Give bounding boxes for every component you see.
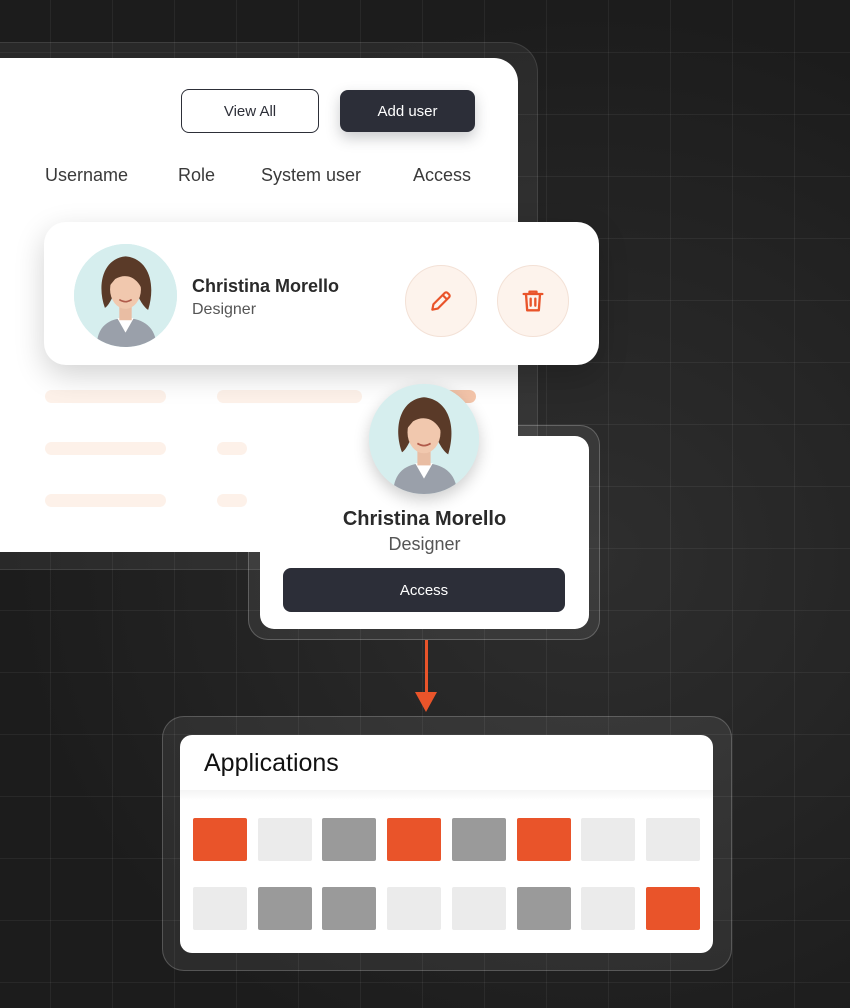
user-photo-icon xyxy=(74,244,177,347)
trash-icon xyxy=(522,290,544,312)
pencil-icon xyxy=(431,291,451,311)
application-tile[interactable] xyxy=(646,818,700,861)
application-tile[interactable] xyxy=(581,818,635,861)
column-header-system-user[interactable]: System user xyxy=(261,165,361,186)
profile-role: Designer xyxy=(388,534,461,554)
application-tile[interactable] xyxy=(517,818,571,861)
add-user-button[interactable]: Add user xyxy=(340,90,475,132)
placeholder-bar xyxy=(217,494,247,507)
connector-arrow-line xyxy=(425,640,428,696)
profile-name: Christina Morello xyxy=(342,508,507,530)
user-avatar xyxy=(74,244,177,347)
placeholder-bar xyxy=(217,390,362,403)
column-header-access[interactable]: Access xyxy=(413,165,471,186)
application-tile[interactable] xyxy=(517,887,571,930)
access-button[interactable]: Access xyxy=(283,568,565,612)
application-tile[interactable] xyxy=(322,818,376,861)
application-tile[interactable] xyxy=(258,887,312,930)
placeholder-bar xyxy=(217,442,247,455)
application-tile[interactable] xyxy=(452,818,506,861)
column-header-username[interactable]: Username xyxy=(45,165,128,186)
applications-title: Applications xyxy=(204,749,339,777)
view-all-button[interactable]: View All xyxy=(181,89,319,133)
delete-user-button[interactable] xyxy=(497,265,569,337)
user-role: Designer xyxy=(192,301,257,318)
arrow-down-icon xyxy=(415,692,437,712)
column-header-role[interactable]: Role xyxy=(178,165,215,186)
application-tile[interactable] xyxy=(193,887,247,930)
placeholder-bar xyxy=(45,494,166,507)
application-tile[interactable] xyxy=(646,887,700,930)
edit-user-button[interactable] xyxy=(405,265,477,337)
application-tile[interactable] xyxy=(387,887,441,930)
application-tile[interactable] xyxy=(193,818,247,861)
application-tile[interactable] xyxy=(581,887,635,930)
application-tile[interactable] xyxy=(322,887,376,930)
profile-avatar xyxy=(369,384,479,494)
applications-divider xyxy=(180,790,713,800)
user-name: Christina Morello xyxy=(192,276,340,296)
application-tile[interactable] xyxy=(452,887,506,930)
placeholder-bar xyxy=(45,390,166,403)
user-photo-icon xyxy=(369,384,479,494)
application-tile[interactable] xyxy=(258,818,312,861)
application-tile[interactable] xyxy=(387,818,441,861)
placeholder-bar xyxy=(45,442,166,455)
